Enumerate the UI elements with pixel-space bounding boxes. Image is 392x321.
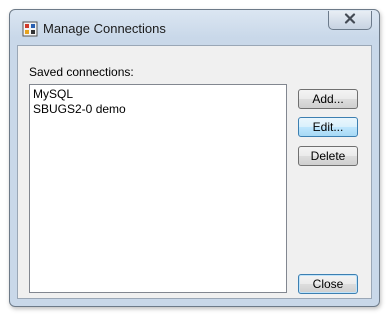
- connection-item-mysql[interactable]: MySQL: [33, 87, 283, 102]
- title-bar[interactable]: Manage Connections: [10, 10, 379, 44]
- saved-connections-label: Saved connections:: [29, 65, 134, 79]
- connection-item-sbugs2-0-demo[interactable]: SBUGS2-0 demo: [33, 102, 283, 117]
- manage-connections-window: Manage Connections Saved connections: My…: [9, 9, 380, 307]
- delete-button[interactable]: Delete: [298, 146, 358, 166]
- window-close-button[interactable]: [328, 11, 372, 30]
- close-button[interactable]: Close: [298, 274, 358, 294]
- app-icon: [22, 21, 38, 37]
- close-icon: [343, 11, 357, 29]
- window-title: Manage Connections: [43, 21, 166, 36]
- edit-button[interactable]: Edit...: [298, 117, 358, 137]
- dialog-body: Saved connections: MySQL SBUGS2-0 demo A…: [17, 45, 372, 299]
- add-button[interactable]: Add...: [298, 89, 358, 109]
- connections-listbox[interactable]: MySQL SBUGS2-0 demo: [29, 84, 287, 293]
